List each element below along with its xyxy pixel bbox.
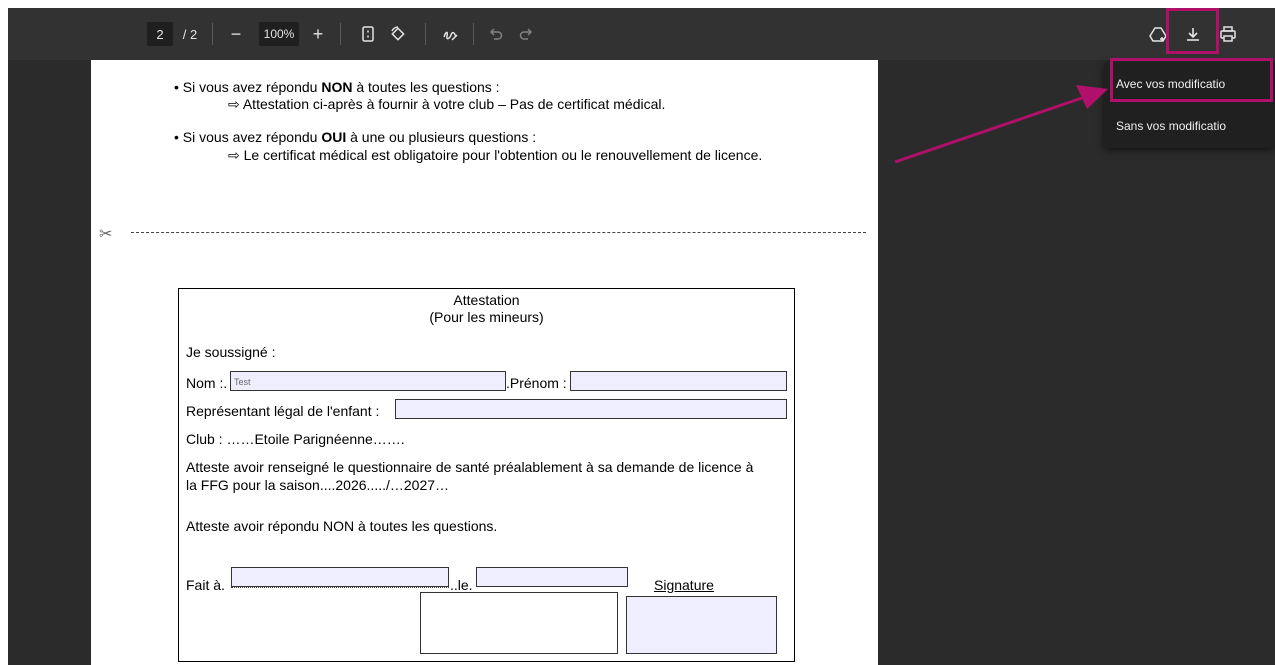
atteste-questionnaire-line2: la FFG pour la saison....2026...../…2027… xyxy=(186,477,450,493)
bullet-non-prefix: • Si vous avez répondu xyxy=(174,79,322,95)
bullet-oui: • Si vous avez répondu OUI à une ou plus… xyxy=(174,129,536,145)
bullet-non-detail: ⇨ Attestation ci-après à fournir à votre… xyxy=(228,96,666,112)
redo-icon[interactable] xyxy=(515,22,537,46)
nom-label: Nom :. xyxy=(186,375,228,391)
soussigne-label: Je soussigné : xyxy=(186,344,276,360)
bullet-oui-detail: ⇨ Le certificat médical est obligatoire … xyxy=(228,147,763,163)
attestation-subtitle: (Pour les mineurs) xyxy=(429,309,544,325)
prenom-label: .Prénom : xyxy=(506,375,567,391)
download-with-changes-option[interactable]: Avec vos modificatio xyxy=(1104,66,1275,102)
nom-field[interactable] xyxy=(230,371,506,391)
toolbar-divider xyxy=(340,23,341,45)
fit-page-icon[interactable] xyxy=(357,22,379,46)
page-count: / 2 xyxy=(182,26,198,42)
bullet-oui-suffix: à une ou plusieurs questions : xyxy=(346,129,537,145)
signature-field[interactable] xyxy=(626,596,777,654)
attestation-box: Attestation (Pour les mineurs) Je soussi… xyxy=(178,288,795,662)
parent-signature-box[interactable] xyxy=(420,592,618,654)
zoom-level-input[interactable]: 100% xyxy=(259,22,299,46)
zoom-out-button[interactable]: − xyxy=(225,22,247,46)
nom-input[interactable] xyxy=(231,373,505,391)
draw-icon[interactable] xyxy=(439,22,461,46)
atteste-questionnaire-line1: Atteste avoir renseigné le questionnaire… xyxy=(186,459,754,475)
representant-field[interactable] xyxy=(395,399,787,419)
print-icon[interactable] xyxy=(1217,22,1239,46)
page-number-input[interactable]: 2 xyxy=(147,22,173,46)
pdf-page: • Si vous avez répondu NON à toutes les … xyxy=(91,60,878,665)
date-field[interactable] xyxy=(476,567,628,587)
pdf-toolbar: 2 / 2 − 100% + xyxy=(8,8,1275,60)
fait-a-dotted xyxy=(231,587,449,588)
toolbar-divider xyxy=(212,23,213,45)
pdf-viewer: 2 / 2 − 100% + • Si vous avez répondu NO… xyxy=(8,8,1275,665)
bullet-non: • Si vous avez répondu NON à toutes les … xyxy=(174,79,500,95)
prenom-field[interactable] xyxy=(570,371,787,391)
le-label: ..le. xyxy=(450,577,473,593)
club-line: Club : ……Etoile Parignéenne……. xyxy=(186,431,405,447)
save-to-drive-icon[interactable] xyxy=(1147,22,1169,46)
bullet-non-bold: NON xyxy=(321,79,353,95)
fait-a-field[interactable] xyxy=(231,567,449,587)
undo-icon[interactable] xyxy=(485,22,507,46)
fait-a-label: Fait à. xyxy=(186,577,225,593)
download-menu: Avec vos modificatio Sans vos modificati… xyxy=(1104,62,1275,148)
toolbar-divider xyxy=(425,23,426,45)
rotate-icon[interactable] xyxy=(387,22,409,46)
signature-label: Signature xyxy=(654,577,714,593)
representant-label: Représentant légal de l'enfant : xyxy=(186,403,380,419)
bullet-oui-prefix: • Si vous avez répondu xyxy=(174,129,322,145)
download-icon[interactable] xyxy=(1182,22,1204,46)
scissors-icon: ✂ xyxy=(99,226,113,243)
cut-line xyxy=(131,232,866,233)
zoom-in-button[interactable]: + xyxy=(307,22,329,46)
atteste-non-line: Atteste avoir répondu NON à toutes les q… xyxy=(186,518,498,534)
download-without-changes-option[interactable]: Sans vos modificatio xyxy=(1104,108,1275,144)
bullet-non-suffix: à toutes les questions : xyxy=(352,79,500,95)
bullet-oui-bold: OUI xyxy=(321,129,347,145)
attestation-title: Attestation xyxy=(453,292,520,308)
toolbar-divider xyxy=(473,23,474,45)
